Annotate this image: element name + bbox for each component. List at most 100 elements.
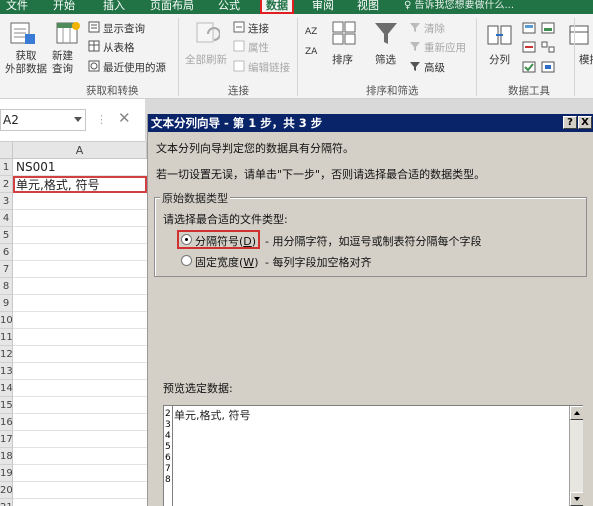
tab-insert[interactable]: 插入 xyxy=(103,0,125,14)
row-header[interactable]: 5 xyxy=(0,227,13,244)
row-header[interactable]: 17 xyxy=(0,431,13,448)
sort-button[interactable]: 排序 xyxy=(332,52,353,67)
preview-pane[interactable]: 2345678 单元,格式, 符号 xyxy=(163,405,583,506)
row-header[interactable]: 7 xyxy=(0,261,13,278)
cell[interactable] xyxy=(13,414,147,431)
cell[interactable] xyxy=(13,448,147,465)
sort-dialog-icon[interactable] xyxy=(331,20,357,49)
cell[interactable] xyxy=(13,312,147,329)
cancel-icon[interactable]: ✕ xyxy=(118,109,131,127)
row-header[interactable]: 13 xyxy=(0,363,13,380)
row-header[interactable]: 10 xyxy=(0,312,13,329)
chevron-down-icon[interactable] xyxy=(74,117,82,122)
row-header[interactable]: 20 xyxy=(0,482,13,499)
tab-page-layout[interactable]: 页面布局 xyxy=(150,0,194,14)
tab-view[interactable]: 视图 xyxy=(357,0,379,14)
tab-data[interactable]: 数据 xyxy=(260,0,294,14)
what-if-analysis-icon[interactable] xyxy=(568,24,590,51)
get-data-icon[interactable] xyxy=(9,20,37,49)
edit-links-button[interactable]: 编辑链接 xyxy=(248,60,290,75)
row-header[interactable]: 18 xyxy=(0,448,13,465)
cell[interactable] xyxy=(13,499,147,506)
cell[interactable] xyxy=(13,431,147,448)
cell[interactable] xyxy=(13,278,147,295)
clear-button[interactable]: 清除 xyxy=(424,21,445,36)
tab-home[interactable]: 开始 xyxy=(53,0,75,14)
remove-duplicates-icon xyxy=(522,41,536,56)
filter-icon[interactable] xyxy=(373,20,399,49)
delimited-radio[interactable] xyxy=(181,234,192,245)
row-header[interactable]: 15 xyxy=(0,397,13,414)
cell[interactable] xyxy=(13,482,147,499)
new-query-icon[interactable] xyxy=(54,20,82,49)
row-header[interactable]: 21 xyxy=(0,499,13,506)
from-table-button[interactable]: 从表格 xyxy=(103,40,135,55)
row-header[interactable]: 1 xyxy=(0,159,13,176)
text-to-columns-button[interactable]: 分列 xyxy=(489,52,510,67)
tab-review[interactable]: 审阅 xyxy=(312,0,334,14)
new-query-button[interactable]: 新建 查询 xyxy=(52,50,73,76)
row-header[interactable]: 19 xyxy=(0,465,13,482)
flash-fill-icon xyxy=(522,22,536,37)
worksheet[interactable]: A 1 NS001 2 单元,格式, 符号 3 4 5 6 7 8 9 10 11 12 13 14 15 16 1… xyxy=(0,142,147,506)
text-to-columns-icon[interactable] xyxy=(487,24,513,51)
cell[interactable] xyxy=(13,261,147,278)
cell[interactable] xyxy=(13,210,147,227)
delimited-option-label[interactable]: 分隔符号(D) xyxy=(195,233,256,249)
group-label-connections: 连接 xyxy=(228,85,249,97)
filter-button[interactable]: 筛选 xyxy=(375,52,396,67)
cell[interactable] xyxy=(13,227,147,244)
connections-button[interactable]: 连接 xyxy=(248,21,269,36)
row-header[interactable]: 16 xyxy=(0,414,13,431)
cell[interactable] xyxy=(13,363,147,380)
row-header[interactable]: 11 xyxy=(0,329,13,346)
group-label-sort-filter: 排序和筛选 xyxy=(366,85,419,97)
scroll-up-button[interactable] xyxy=(570,406,583,420)
selected-cell[interactable]: 单元,格式, 符号 xyxy=(13,176,147,193)
tab-file[interactable]: 文件 xyxy=(6,0,28,14)
dialog-title-bar: 文本分列向导 - 第 1 步，共 3 步 xyxy=(148,114,593,132)
cell[interactable] xyxy=(13,465,147,482)
close-button[interactable]: X xyxy=(578,116,592,129)
row-header[interactable]: 8 xyxy=(0,278,13,295)
tab-formulas[interactable]: 公式 xyxy=(218,0,240,14)
cell[interactable] xyxy=(13,193,147,210)
row-header[interactable]: 9 xyxy=(0,295,13,312)
row-header[interactable]: 12 xyxy=(0,346,13,363)
tell-me-search[interactable]: ♀ 告诉我您想要做什么... xyxy=(404,0,514,14)
advanced-button[interactable]: 高级 xyxy=(424,60,445,75)
refresh-all-button[interactable]: 全部刷新 xyxy=(185,52,227,67)
fixed-width-description: - 每列字段加空格对齐 xyxy=(265,256,372,269)
show-queries-button[interactable]: 显示查询 xyxy=(103,21,145,36)
reapply-button[interactable]: 重新应用 xyxy=(424,40,466,55)
scroll-down-button[interactable] xyxy=(570,492,583,506)
what-if-analysis-button[interactable]: 模拟 xyxy=(579,52,593,67)
get-external-data-button[interactable]: 获取 外部数据 xyxy=(5,50,47,76)
sort-az-icon[interactable]: AZ ZA xyxy=(305,24,319,63)
row-header[interactable]: 4 xyxy=(0,210,13,227)
row-header[interactable]: 6 xyxy=(0,244,13,261)
cell[interactable] xyxy=(13,295,147,312)
recent-sources-button[interactable]: 最近使用的源 xyxy=(103,60,166,75)
help-button[interactable]: ? xyxy=(563,116,577,129)
cell[interactable] xyxy=(13,346,147,363)
arrow-down-icon xyxy=(574,497,580,501)
preview-line-number: 4 xyxy=(165,431,171,441)
ribbon: 获取 外部数据 新建 查询 显示查询 从表格 最近使用的源 获取和转换 全部刷新… xyxy=(0,14,593,99)
show-queries-icon xyxy=(88,21,100,36)
row-header[interactable]: 2 xyxy=(0,176,13,193)
column-header-a[interactable]: A xyxy=(13,142,147,159)
cell[interactable] xyxy=(13,397,147,414)
fixed-width-option-label[interactable]: 固定宽度(W) xyxy=(195,254,258,270)
select-all-corner[interactable] xyxy=(0,142,13,159)
properties-button[interactable]: 属性 xyxy=(248,40,269,55)
cell[interactable] xyxy=(13,380,147,397)
row-header[interactable]: 14 xyxy=(0,380,13,397)
fixed-width-radio[interactable] xyxy=(181,255,192,266)
cell[interactable]: NS001 xyxy=(13,159,147,176)
cell[interactable] xyxy=(13,244,147,261)
preview-scrollbar[interactable] xyxy=(569,406,583,506)
row-header[interactable]: 3 xyxy=(0,193,13,210)
cell[interactable] xyxy=(13,329,147,346)
refresh-all-icon[interactable] xyxy=(194,20,221,49)
